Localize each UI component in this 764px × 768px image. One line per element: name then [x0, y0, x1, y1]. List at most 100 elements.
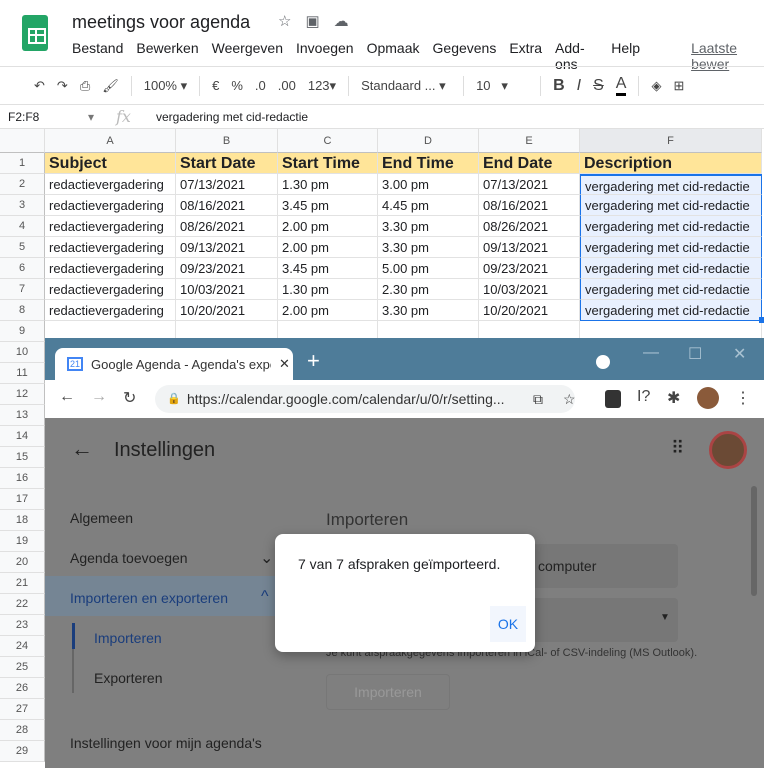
row-header[interactable]: 8: [0, 300, 45, 321]
tab-search-icon[interactable]: [596, 355, 610, 369]
doc-title[interactable]: meetings voor agenda: [72, 12, 250, 33]
open-in-icon[interactable]: ⧉: [533, 385, 543, 413]
table-cell[interactable]: redactievergadering: [45, 258, 176, 279]
table-cell[interactable]: 1.30 pm: [278, 174, 378, 195]
table-cell[interactable]: 1.30 pm: [278, 279, 378, 300]
redo-icon[interactable]: ↷: [57, 78, 68, 94]
fill-color-icon[interactable]: ◈: [651, 78, 661, 94]
table-cell[interactable]: 3.45 pm: [278, 195, 378, 216]
table-cell[interactable]: redactievergadering: [45, 279, 176, 300]
table-cell[interactable]: vergadering met cid-redactie: [580, 237, 762, 258]
more-icon[interactable]: ⋮: [735, 388, 751, 408]
table-cell[interactable]: redactievergadering: [45, 300, 176, 321]
table-cell[interactable]: redactievergadering: [45, 216, 176, 237]
table-cell[interactable]: 09/23/2021: [176, 258, 278, 279]
close-tab-icon[interactable]: ✕: [279, 356, 290, 372]
nav-importeren[interactable]: Importeren: [94, 630, 162, 646]
row-header[interactable]: 14: [0, 426, 45, 447]
row-header[interactable]: 5: [0, 237, 45, 258]
table-cell[interactable]: 3.30 pm: [378, 300, 479, 321]
column-header-b[interactable]: B: [176, 129, 278, 153]
column-header-f[interactable]: F: [580, 129, 762, 153]
table-cell[interactable]: 10/03/2021: [479, 279, 580, 300]
font-size-select[interactable]: 10 ▾: [476, 78, 528, 94]
row-header[interactable]: 26: [0, 678, 45, 699]
column-heading-cell[interactable]: End Date: [479, 153, 580, 174]
strikethrough-button[interactable]: S: [593, 77, 604, 95]
table-cell[interactable]: 2.00 pm: [278, 300, 378, 321]
fill-handle[interactable]: [759, 317, 764, 323]
forward-icon[interactable]: →: [91, 388, 107, 406]
table-cell[interactable]: 5.00 pm: [378, 258, 479, 279]
row-header[interactable]: 28: [0, 720, 45, 741]
profile-avatar[interactable]: [697, 387, 719, 409]
table-cell[interactable]: vergadering met cid-redactie: [580, 258, 762, 279]
nav-my-calendars[interactable]: Instellingen voor mijn agenda's: [70, 735, 262, 751]
italic-button[interactable]: I: [577, 77, 581, 95]
zoom-select[interactable]: 100% ▾: [144, 78, 187, 94]
back-arrow-icon[interactable]: ←: [71, 436, 93, 462]
increase-decimal-button[interactable]: .00: [278, 78, 296, 93]
table-cell[interactable]: 08/26/2021: [479, 216, 580, 237]
undo-icon[interactable]: ↶: [34, 78, 45, 94]
row-header[interactable]: 7: [0, 279, 45, 300]
table-cell[interactable]: 3.00 pm: [378, 174, 479, 195]
row-header[interactable]: 15: [0, 447, 45, 468]
row-header[interactable]: 17: [0, 489, 45, 510]
row-header[interactable]: 22: [0, 594, 45, 615]
column-header-e[interactable]: E: [479, 129, 580, 153]
column-heading-cell[interactable]: End Time: [378, 153, 479, 174]
column-header-d[interactable]: D: [378, 129, 479, 153]
row-header[interactable]: 4: [0, 216, 45, 237]
table-cell[interactable]: 09/13/2021: [479, 237, 580, 258]
print-icon[interactable]: ⎙: [80, 78, 90, 94]
bookmark-star-icon[interactable]: ☆: [563, 385, 576, 413]
column-heading-cell[interactable]: Description: [580, 153, 762, 174]
row-header[interactable]: 27: [0, 699, 45, 720]
table-cell[interactable]: 08/26/2021: [176, 216, 278, 237]
table-cell[interactable]: redactievergadering: [45, 174, 176, 195]
row-header[interactable]: 13: [0, 405, 45, 426]
nav-exporteren[interactable]: Exporteren: [94, 670, 162, 686]
move-folder-icon[interactable]: ▣: [305, 12, 319, 30]
table-cell[interactable]: 2.00 pm: [278, 237, 378, 258]
table-cell[interactable]: 09/23/2021: [479, 258, 580, 279]
row-header[interactable]: 20: [0, 552, 45, 573]
row-header[interactable]: 21: [0, 573, 45, 594]
column-header-a[interactable]: A: [45, 129, 176, 153]
table-cell[interactable]: 10/03/2021: [176, 279, 278, 300]
chevron-down-icon[interactable]: ⌄: [260, 548, 273, 568]
percent-button[interactable]: %: [231, 78, 243, 93]
name-box[interactable]: F2:F8: [8, 110, 39, 124]
row-header[interactable]: 23: [0, 615, 45, 636]
row-header[interactable]: 24: [0, 636, 45, 657]
select-all-corner[interactable]: [0, 129, 45, 153]
cloud-status-icon[interactable]: ☁: [334, 12, 349, 30]
formula-input[interactable]: vergadering met cid-redactie: [156, 110, 308, 124]
back-icon[interactable]: ←: [59, 388, 75, 406]
table-cell[interactable]: 2.00 pm: [278, 216, 378, 237]
row-header[interactable]: 25: [0, 657, 45, 678]
nav-algemeen[interactable]: Algemeen: [70, 510, 133, 526]
row-header[interactable]: 29: [0, 741, 45, 762]
table-cell[interactable]: 08/16/2021: [176, 195, 278, 216]
nav-import-export[interactable]: Importeren en exporteren: [70, 590, 228, 606]
table-cell[interactable]: 10/20/2021: [176, 300, 278, 321]
row-header[interactable]: 16: [0, 468, 45, 489]
browser-tab[interactable]: 21 Google Agenda - Agenda's expor ✕: [55, 348, 293, 380]
row-header[interactable]: 12: [0, 384, 45, 405]
bold-button[interactable]: B: [553, 77, 565, 95]
table-cell[interactable]: 3.30 pm: [378, 237, 479, 258]
table-cell[interactable]: 07/13/2021: [479, 174, 580, 195]
account-avatar[interactable]: [709, 431, 747, 469]
close-window-icon[interactable]: ✕: [733, 344, 746, 364]
url-bar[interactable]: 🔒 https://calendar.google.com/calendar/u/…: [155, 385, 576, 413]
row-header[interactable]: 1: [0, 153, 45, 174]
row-header[interactable]: 6: [0, 258, 45, 279]
table-cell[interactable]: vergadering met cid-redactie: [580, 279, 762, 300]
table-cell[interactable]: 09/13/2021: [176, 237, 278, 258]
table-cell[interactable]: vergadering met cid-redactie: [580, 195, 762, 216]
row-header[interactable]: 10: [0, 342, 45, 363]
row-header[interactable]: 9: [0, 321, 45, 342]
chevron-down-icon[interactable]: ▾: [88, 110, 94, 124]
